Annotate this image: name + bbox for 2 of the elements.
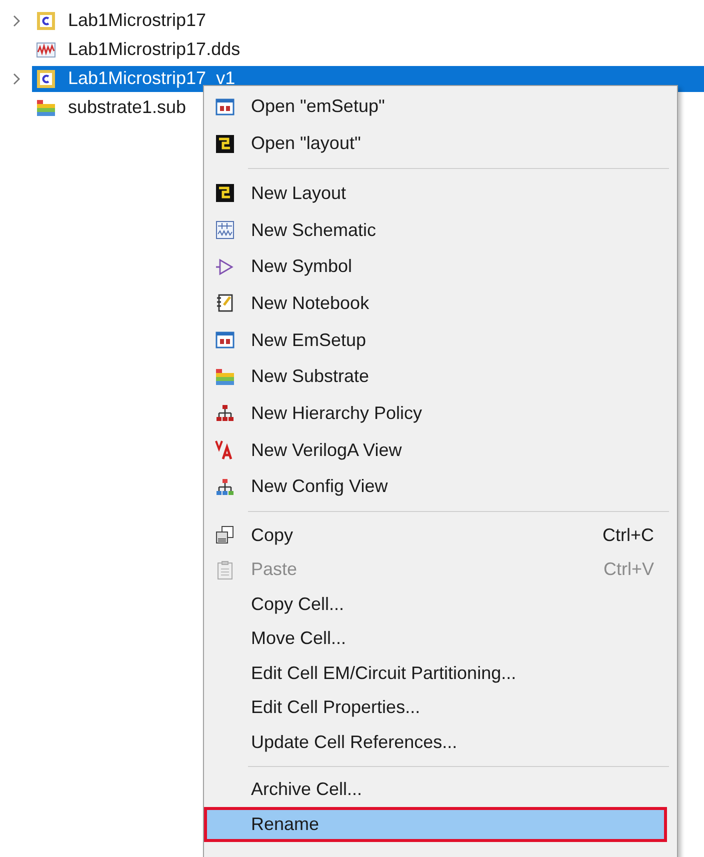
shortcut-text: Ctrl+C	[602, 524, 654, 546]
shortcut-text: Ctrl+V	[603, 559, 654, 580]
